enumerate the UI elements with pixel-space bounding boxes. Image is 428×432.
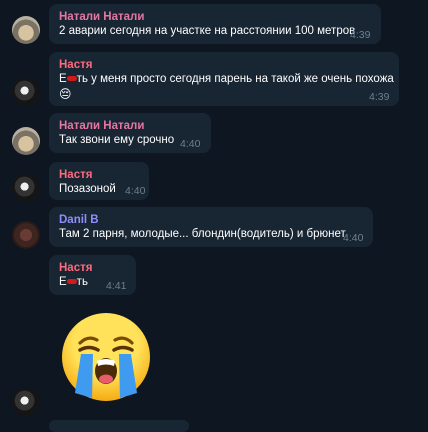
message-bubble[interactable]: Натали Натали 2 аварии сегодня на участк… — [49, 4, 381, 44]
sender-name[interactable]: Настя — [59, 58, 389, 72]
avatar-natali[interactable] — [12, 16, 40, 44]
avatar-nastya[interactable] — [12, 388, 40, 416]
text-prefix: Е — [59, 276, 67, 288]
sender-name[interactable]: Натали Натали — [59, 119, 201, 133]
text-body: ть у меня просто сегодня парень на такой… — [76, 73, 394, 85]
crying-face-svg — [75, 336, 137, 398]
message-bubble[interactable]: Настя Еть у меня просто сегодня парень н… — [49, 52, 399, 106]
censor-mark — [66, 279, 77, 285]
message-time: 4:40 — [125, 185, 146, 197]
message-emoji: 😔 — [59, 87, 72, 101]
message-bubble[interactable]: Настя Еть 4:41 — [49, 255, 136, 295]
avatar-danil[interactable] — [12, 221, 40, 249]
censor-mark — [66, 76, 77, 82]
message-time: 4:41 — [106, 280, 127, 292]
avatar-nastya[interactable] — [12, 174, 40, 202]
message-text: Там 2 парня, молодые... блондин(водитель… — [59, 228, 346, 240]
sender-name[interactable]: Натали Натали — [59, 10, 371, 24]
message-bubble-partial[interactable] — [49, 420, 189, 432]
text-prefix: Е — [59, 73, 67, 85]
message-text: 2 аварии сегодня на участке на расстояни… — [59, 25, 356, 37]
avatar-natali[interactable] — [12, 127, 40, 155]
message-bubble[interactable]: Настя Позазоной 4:40 — [49, 162, 149, 200]
sender-name[interactable]: Настя — [59, 261, 126, 275]
message-time: 4:40 — [180, 138, 201, 150]
sender-name[interactable]: Настя — [59, 168, 139, 182]
message-time: 4:39 — [350, 29, 371, 41]
loudly-crying-face-icon — [62, 313, 150, 401]
message-time: 4:40 — [343, 232, 364, 244]
message-bubble[interactable]: Натали Натали Так звони ему срочно 4:40 — [49, 113, 211, 153]
avatar-nastya[interactable] — [12, 78, 40, 106]
message-time: 4:39 — [369, 91, 390, 103]
message-text: Еть у меня просто сегодня парень на тако… — [59, 72, 394, 87]
sender-name[interactable]: Danil B — [59, 213, 363, 227]
message-bubble[interactable]: Danil B Там 2 парня, молодые... блондин(… — [49, 207, 373, 247]
text-body: ть — [76, 276, 88, 288]
